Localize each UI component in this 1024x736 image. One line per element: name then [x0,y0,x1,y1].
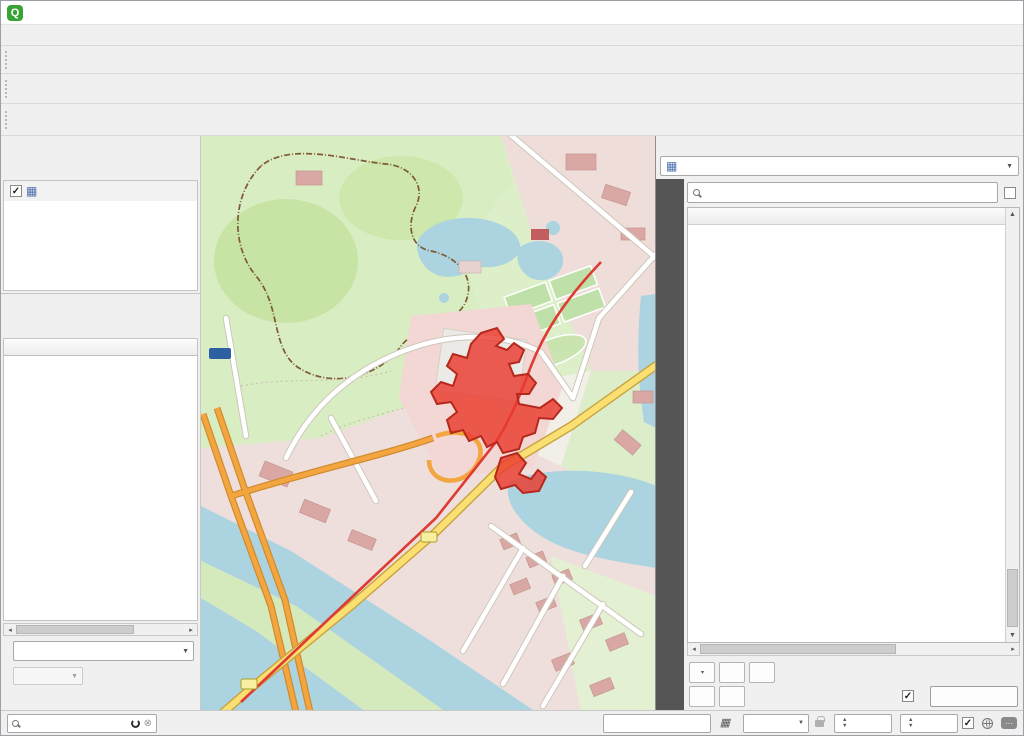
add-rule-button[interactable]: ▾ [689,662,715,683]
style-undo-button[interactable] [689,686,715,707]
remove-rule-button[interactable] [719,662,745,683]
statusbar: ⊗ ▦ ▼ ▲▼ ▲▼ … [1,710,1023,735]
extents-toggle-icon[interactable]: ▦ [716,714,734,732]
style-redo-button[interactable] [719,686,745,707]
locator-spinner-icon [131,719,140,728]
apply-button[interactable] [930,686,1018,707]
filter-rules-input[interactable] [687,182,998,203]
identify-view-row: ▼ [1,664,200,688]
layer-visibility-checkbox[interactable] [10,185,22,197]
magnifier-spinbox[interactable]: ▲▼ [834,714,892,733]
styling-layer-combobox[interactable]: ▦ ▼ [660,156,1019,176]
rules-list [688,225,1005,642]
vector-tile-layer-icon: ▦ [26,184,37,198]
toolbar-grip[interactable] [5,111,10,129]
road-shield-b8-2 [241,679,257,689]
titlebar: Q [1,1,1023,25]
mode-combobox[interactable]: ▼ [13,641,194,661]
messages-icon[interactable]: … [1001,717,1017,729]
minimize-button[interactable] [888,1,933,25]
toolbar-grip[interactable] [5,80,10,98]
scale-combobox[interactable]: ▼ [743,714,809,733]
identify-mode-row: ▼ [1,638,200,664]
toolbar-grip[interactable] [5,51,10,69]
styling-tabstrip [656,179,684,710]
layer-item[interactable]: ▦ [4,181,197,201]
live-update-checkbox[interactable] [902,690,914,702]
qgis-logo-icon: Q [7,5,23,21]
visible-rules-only-checkbox[interactable] [1004,187,1016,199]
edit-rule-button[interactable] [749,662,775,683]
map-svg [201,136,656,710]
view-combobox[interactable]: ▼ [13,667,83,685]
rules-horizontal-scrollbar[interactable]: ◂▸ [687,643,1020,656]
toolbar-advanced-plugins [1,104,1023,136]
close-button[interactable] [978,1,1023,25]
left-dock: ▦ [1,136,201,710]
rules-column-headers [688,208,1005,225]
identify-horizontal-scrollbar[interactable]: ◂▸ [3,623,198,636]
rules-vertical-scrollbar[interactable]: ▲▼ [1005,208,1019,642]
layers-tree: ▦ [3,180,198,291]
layer-styling-panel: ▦ ▼ [656,136,1023,710]
toolbar-digitizing [1,74,1023,104]
render-checkbox[interactable] [962,717,974,729]
search-icon [693,189,700,196]
crs-globe-icon[interactable] [982,718,993,729]
vector-tile-layer-icon: ▦ [666,159,677,173]
identify-column-headers [3,338,198,356]
qgis-window: Q [0,0,1024,736]
map-canvas[interactable] [201,136,656,710]
road-shield-a22 [209,348,231,359]
search-icon [12,720,19,727]
road-shield-b8 [421,532,437,542]
layers-panel: ▦ [1,136,200,294]
clear-search-icon[interactable]: ⊗ [144,718,152,729]
toolbar-main [1,46,1023,74]
menubar [1,25,1023,46]
identify-results-panel: ◂▸ ▼ ▼ [1,294,200,710]
scale-lock-icon[interactable] [815,720,824,727]
coordinate-input[interactable] [603,714,711,733]
rotation-spinbox[interactable]: ▲▼ [900,714,958,733]
left-dock-tabs [1,688,200,710]
locator-search-input[interactable]: ⊗ [7,714,157,733]
maximize-button[interactable] [933,1,978,25]
identify-results-tree [3,356,198,621]
